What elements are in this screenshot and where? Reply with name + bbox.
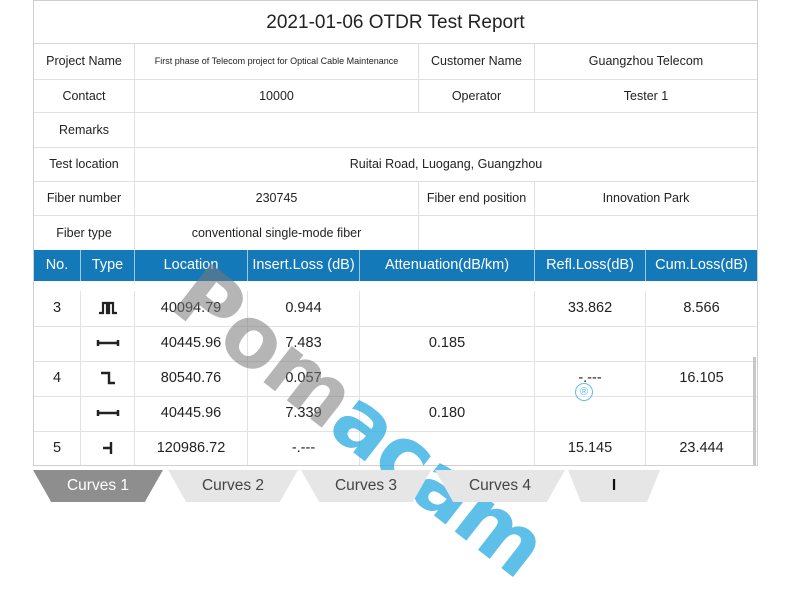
registered-mark-icon: ® xyxy=(575,383,593,401)
info-row-fiber-type: Fiber type conventional single-mode fibe… xyxy=(34,215,757,250)
cell-location: 40445.96 xyxy=(135,396,248,431)
cell-refl-loss xyxy=(535,326,646,361)
info-row-project: Project Name First phase of Telecom proj… xyxy=(34,43,757,80)
remarks-value xyxy=(135,112,757,147)
table-row[interactable]: 40445.96 7.483 0.185 xyxy=(34,326,757,362)
cell-no xyxy=(34,326,81,361)
tab-curves-2[interactable]: Curves 2 xyxy=(168,470,298,502)
info-row-contact: Contact 10000 Operator Tester 1 xyxy=(34,79,757,113)
non-reflective-event-icon xyxy=(81,361,135,396)
cell-refl-loss: 15.145 xyxy=(535,431,646,465)
customer-name-label: Customer Name xyxy=(419,43,535,79)
cell-location: 80540.76 xyxy=(135,361,248,396)
fiber-end-position-value: Innovation Park xyxy=(602,191,690,205)
event-table-header: No. Type Location Insert.Loss (dB) Atten… xyxy=(34,250,757,281)
cell-attenuation xyxy=(360,291,535,326)
fiber-type-empty-2 xyxy=(535,215,757,250)
cell-cum-loss: 16.105 xyxy=(679,370,724,386)
cell-insert-loss: 0.057 xyxy=(248,361,360,396)
fiber-end-icon xyxy=(81,431,135,465)
cell-insert-loss: -.--- xyxy=(248,431,360,465)
cell-cum-loss: 23.444 xyxy=(679,440,724,456)
table-row[interactable]: 40445.96 7.339 0.180 xyxy=(34,396,757,432)
fiber-number-value: 230745 xyxy=(135,181,419,215)
cell-refl-loss: 33.862 xyxy=(535,291,646,326)
info-row-fiber-number: Fiber number 230745 Fiber end position I… xyxy=(34,181,757,216)
tab-more[interactable]: I xyxy=(568,470,660,502)
cell-attenuation xyxy=(360,361,535,396)
cell-attenuation: 0.185 xyxy=(360,326,535,361)
project-name-label: Project Name xyxy=(34,43,135,79)
table-scrollbar[interactable] xyxy=(753,357,756,465)
column-header-insert-loss[interactable]: Insert.Loss (dB) xyxy=(248,250,360,281)
cell-location: 120986.72 xyxy=(135,431,248,465)
fiber-number-label: Fiber number xyxy=(34,181,135,215)
tab-curves-3[interactable]: Curves 3 xyxy=(301,470,431,502)
cell-cum-loss xyxy=(646,396,757,431)
cell-no: 5 xyxy=(34,431,81,465)
cell-no: 3 xyxy=(34,291,81,326)
curves-tab-bar: Curves 1 Curves 2 Curves 3 Curves 4 I xyxy=(33,470,733,504)
tab-curves-1[interactable]: Curves 1 xyxy=(33,470,163,502)
cell-no: 4 xyxy=(34,361,81,396)
column-header-location[interactable]: Location xyxy=(135,250,248,281)
column-header-cum-loss[interactable]: Cum.Loss(dB) xyxy=(646,250,757,281)
fiber-end-position-label: Fiber end position xyxy=(419,181,535,215)
column-header-refl-loss[interactable]: Refl.Loss(dB) xyxy=(535,250,646,281)
table-row[interactable]: 3 40094.79 0.944 33.862 8.566 xyxy=(34,291,757,327)
test-location-value: Ruitai Road, Luogang, Guangzhou xyxy=(349,157,543,171)
info-row-location: Test location Ruitai Road, Luogang, Guan… xyxy=(34,147,757,182)
cell-location: 40445.96 xyxy=(135,326,248,361)
cell-location: 40094.79 xyxy=(135,291,248,326)
column-header-no[interactable]: No. xyxy=(34,250,81,281)
cell-attenuation: 0.180 xyxy=(360,396,535,431)
project-name-value: First phase of Telecom project for Optic… xyxy=(135,43,419,79)
report-title: 2021-01-06 OTDR Test Report xyxy=(34,1,757,44)
otdr-report: 2021-01-06 OTDR Test Report Project Name… xyxy=(33,0,758,466)
tab-curves-4[interactable]: Curves 4 xyxy=(435,470,565,502)
cell-cum-loss xyxy=(646,326,757,361)
cell-insert-loss: 7.483 xyxy=(248,326,360,361)
column-header-attenuation[interactable]: Attenuation(dB/km) xyxy=(360,250,535,281)
remarks-label: Remarks xyxy=(34,112,135,147)
customer-name-value: Guangzhou Telecom xyxy=(588,54,704,68)
contact-label: Contact xyxy=(34,79,135,112)
fiber-type-label: Fiber type xyxy=(34,215,135,250)
reflective-event-icon xyxy=(81,291,135,326)
cell-cum-loss: 8.566 xyxy=(683,300,720,316)
contact-value: 10000 xyxy=(135,79,419,112)
column-header-type[interactable]: Type xyxy=(81,250,135,281)
fiber-section-icon xyxy=(81,396,135,431)
cell-attenuation xyxy=(360,431,535,465)
cell-insert-loss: 7.339 xyxy=(248,396,360,431)
cell-insert-loss: 0.944 xyxy=(248,291,360,326)
cell-refl-loss xyxy=(535,396,646,431)
info-row-remarks: Remarks xyxy=(34,112,757,148)
cell-no xyxy=(34,396,81,431)
test-location-label: Test location xyxy=(34,147,135,181)
operator-label: Operator xyxy=(419,79,535,112)
table-row[interactable]: 5 120986.72 -.--- 15.145 23.444 xyxy=(34,431,757,465)
fiber-section-icon xyxy=(81,326,135,361)
table-row[interactable]: 4 80540.76 0.057 -.--- 16.105 xyxy=(34,361,757,397)
operator-value: Tester 1 xyxy=(623,88,669,103)
fiber-type-empty-1 xyxy=(419,215,535,250)
fiber-type-value: conventional single-mode fiber xyxy=(135,215,419,250)
